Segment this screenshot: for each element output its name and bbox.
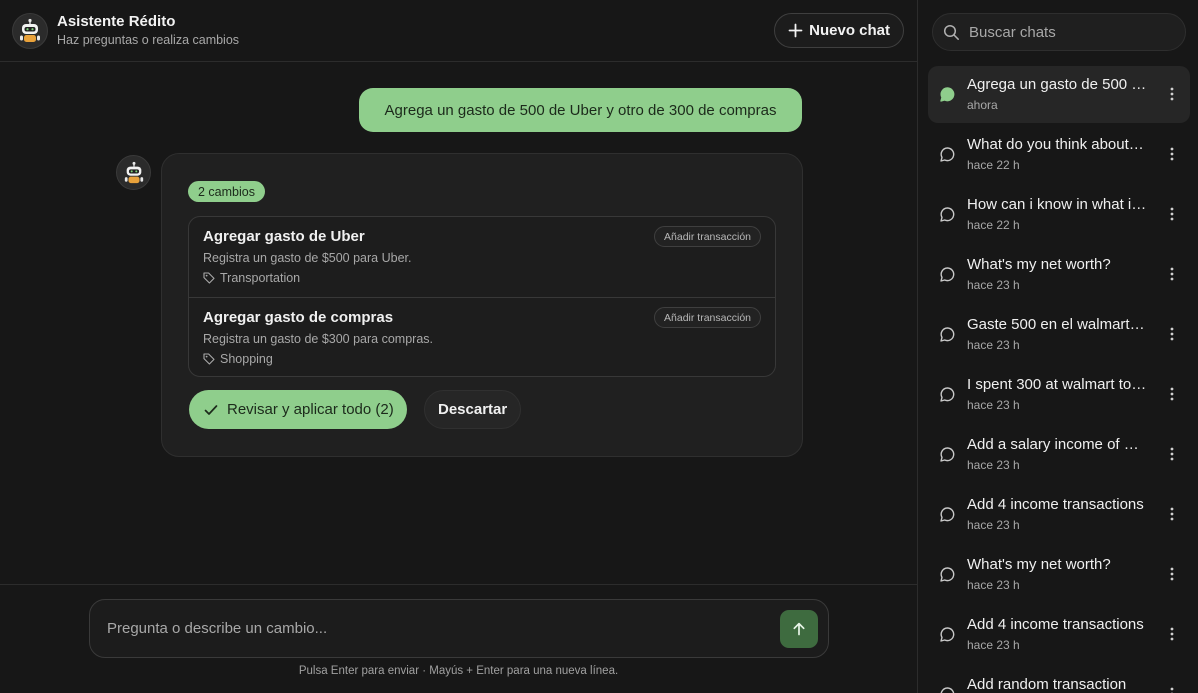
change-description: Registra un gasto de $300 para compras.	[203, 332, 433, 346]
more-options-icon[interactable]	[1164, 84, 1180, 104]
new-chat-button[interactable]: Nuevo chat	[774, 13, 904, 48]
robot-icon	[124, 161, 143, 183]
chat-timestamp: hace 23 h	[967, 638, 1020, 652]
chat-title: I spent 300 at walmart today	[967, 376, 1147, 393]
assistant-message-card: 2 cambios Agregar gasto de Uber Registra…	[161, 153, 803, 457]
more-options-icon[interactable]	[1164, 444, 1180, 464]
more-options-icon[interactable]	[1164, 504, 1180, 524]
change-category-label: Shopping	[220, 352, 273, 366]
robot-icon	[20, 18, 40, 42]
change-category: Transportation	[203, 269, 761, 287]
page-subtitle: Haz preguntas o realiza cambios	[57, 32, 240, 47]
search-icon	[943, 24, 959, 40]
change-category: Shopping	[203, 350, 761, 368]
chat-title: What's my net worth?	[967, 556, 1111, 573]
chat-title: Add 4 income transactions	[967, 496, 1144, 513]
more-options-icon[interactable]	[1164, 564, 1180, 584]
chat-bubble-icon	[940, 207, 955, 222]
chat-bubble-icon	[940, 267, 955, 282]
chat-timestamp: hace 23 h	[967, 278, 1020, 292]
check-icon	[204, 404, 218, 415]
header-text: Asistente Rédito Haz preguntas o realiza…	[57, 13, 239, 49]
assistant-avatar	[12, 12, 48, 49]
chat-list-item[interactable]: Gaste 500 en el walmart ayer hace 23 h	[928, 306, 1190, 363]
plus-icon	[788, 23, 803, 38]
chat-timestamp: hace 23 h	[967, 338, 1020, 352]
chat-timestamp: hace 23 h	[967, 518, 1020, 532]
more-options-icon[interactable]	[1164, 324, 1180, 344]
message-input[interactable]	[107, 600, 767, 657]
more-options-icon[interactable]	[1164, 684, 1180, 693]
chat-title: What's my net worth?	[967, 256, 1111, 273]
chat-title: Add 4 income transactions	[967, 616, 1144, 633]
chat-timestamp: hace 23 h	[967, 578, 1020, 592]
more-options-icon[interactable]	[1164, 144, 1180, 164]
send-button[interactable]	[780, 610, 818, 648]
chat-list-item[interactable]: Add 4 income transactions hace 23 h	[928, 606, 1190, 663]
more-options-icon[interactable]	[1164, 384, 1180, 404]
composer-hint: Pulsa Enter para enviar · Mayús + Enter …	[298, 665, 619, 677]
chat-title: Agrega un gasto de 500 de Uber y otro de…	[967, 76, 1147, 93]
chat-bubble-icon	[940, 507, 955, 522]
chat-bubble-icon	[940, 327, 955, 342]
chat-list-item[interactable]: Agrega un gasto de 500 de Uber y otro de…	[928, 66, 1190, 123]
tag-icon	[203, 353, 215, 365]
chat-list-item[interactable]: How can i know in what i spend the most?…	[928, 186, 1190, 243]
page-title: Asistente Rédito	[57, 12, 176, 30]
chat-timestamp: hace 23 h	[967, 398, 1020, 412]
chat-list-item[interactable]: What's my net worth? hace 23 h	[928, 246, 1190, 303]
apply-all-button[interactable]: Revisar y aplicar todo (2)	[189, 390, 407, 429]
chat-title: How can i know in what i spend the most?	[967, 196, 1147, 213]
chat-bubble-icon	[940, 387, 955, 402]
chat-timestamp: ahora	[967, 98, 998, 112]
chat-bubble-icon	[940, 687, 955, 693]
change-category-label: Transportation	[220, 271, 301, 285]
composer	[89, 599, 829, 658]
changes-count-badge: 2 cambios	[188, 181, 265, 202]
chat-history-sidebar: Agrega un gasto de 500 de Uber y otro de…	[918, 0, 1198, 693]
app: Asistente Rédito Haz preguntas o realiza…	[0, 0, 1198, 693]
arrow-up-icon	[793, 622, 805, 636]
change-type-badge: Añadir transacción	[654, 226, 761, 247]
change-type-badge: Añadir transacción	[654, 307, 761, 328]
changes-list: Agregar gasto de Uber Registra un gasto …	[188, 216, 776, 377]
chat-title: Gaste 500 en el walmart ayer	[967, 316, 1147, 333]
chat-list-item[interactable]: Add random transactionhace 23 h	[928, 666, 1190, 693]
change-description: Registra un gasto de $500 para Uber.	[203, 251, 412, 265]
composer-area: Pulsa Enter para enviar · Mayús + Enter …	[0, 584, 917, 693]
chat-timestamp: hace 22 h	[967, 218, 1020, 232]
chat-title: Add a salary income of 3000	[967, 436, 1147, 453]
tag-icon	[203, 272, 215, 284]
chat-bubble-icon	[940, 447, 955, 462]
change-item[interactable]: Agregar gasto de compras Registra un gas…	[189, 297, 775, 376]
chat-title: Add random transaction	[967, 676, 1127, 693]
more-options-icon[interactable]	[1164, 624, 1180, 644]
chat-list-item[interactable]: Add 4 income transactions hace 23 h	[928, 486, 1190, 543]
chat-pane: Asistente Rédito Haz preguntas o realiza…	[0, 0, 918, 693]
discard-button[interactable]: Descartar	[424, 390, 522, 429]
chat-timestamp: hace 23 h	[967, 458, 1020, 472]
more-options-icon[interactable]	[1164, 204, 1180, 224]
chat-list: Agrega un gasto de 500 de Uber y otro de…	[928, 66, 1190, 693]
assistant-message-avatar	[116, 155, 151, 190]
change-item[interactable]: Agregar gasto de Uber Registra un gasto …	[189, 217, 775, 297]
more-options-icon[interactable]	[1164, 264, 1180, 284]
apply-all-label: Revisar y aplicar todo (2)	[227, 401, 394, 418]
chat-bubble-icon	[940, 87, 955, 102]
chat-list-item[interactable]: I spent 300 at walmart today hace 23 h	[928, 366, 1190, 423]
chat-list-item[interactable]: What do you think about my finances? hace…	[928, 126, 1190, 183]
search-input[interactable]	[969, 23, 1169, 41]
chat-bubble-icon	[940, 567, 955, 582]
user-message: Agrega un gasto de 500 de Uber y otro de…	[359, 88, 802, 132]
chat-title: What do you think about my finances?	[967, 136, 1147, 153]
chat-bubble-icon	[940, 147, 955, 162]
chat-bubble-icon	[940, 627, 955, 642]
new-chat-label: Nuevo chat	[809, 22, 890, 39]
chat-header: Asistente Rédito Haz preguntas o realiza…	[0, 0, 917, 62]
search-box	[932, 13, 1186, 51]
chat-timestamp: hace 22 h	[967, 158, 1020, 172]
chat-list-item[interactable]: What's my net worth? hace 23 h	[928, 546, 1190, 603]
chat-list-item[interactable]: Add a salary income of 3000 hace 23 h	[928, 426, 1190, 483]
